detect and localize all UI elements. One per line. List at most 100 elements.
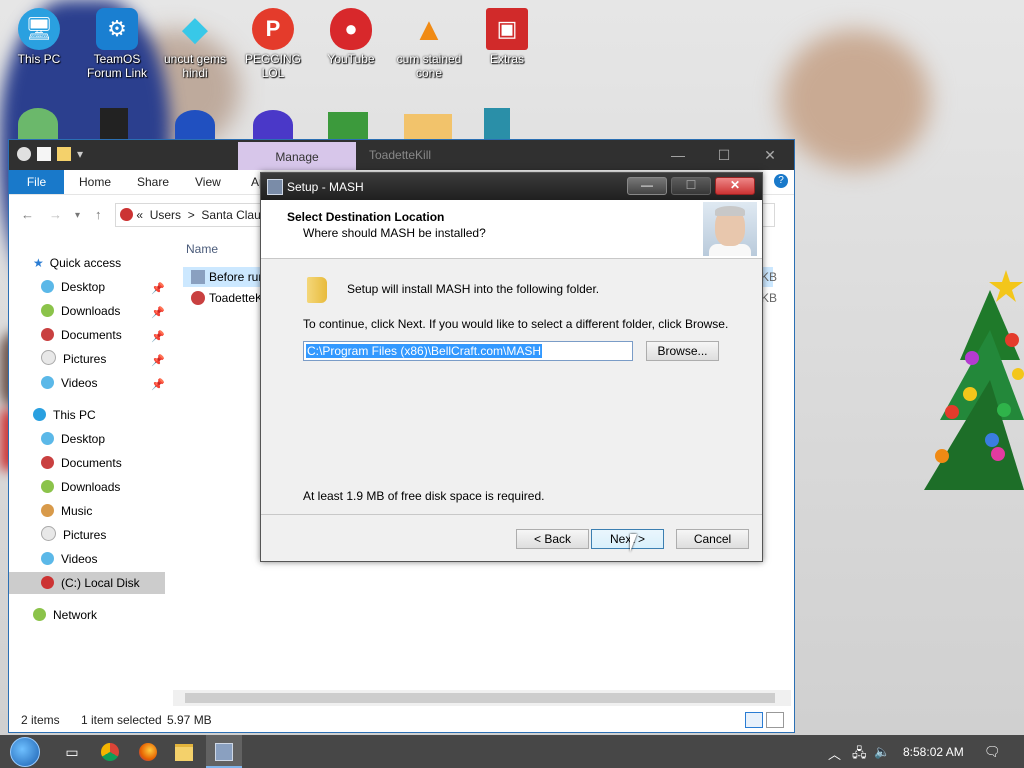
large-icons-view-icon[interactable] bbox=[766, 712, 784, 728]
destination-path-input[interactable]: C:\Program Files (x86)\BellCraft.com\MAS… bbox=[303, 341, 633, 361]
breadcrumb-santa[interactable]: Santa Clau bbox=[201, 208, 260, 222]
explorer-title-bar[interactable]: ▾ Manage ToadetteKill — ☐ ✕ bbox=[9, 140, 794, 170]
desktop-icon-uncut-gems[interactable]: ◆ uncut gems hindi bbox=[158, 8, 232, 80]
tab-share[interactable]: Share bbox=[137, 170, 169, 194]
maximize-button[interactable]: ☐ bbox=[671, 177, 711, 195]
videos-icon bbox=[41, 376, 54, 389]
network-tray-icon[interactable]: 🖧 bbox=[852, 744, 867, 766]
hxd-icon[interactable] bbox=[404, 114, 452, 140]
browse-button[interactable]: Browse... bbox=[646, 341, 719, 361]
recent-chevron-icon[interactable]: ▾ bbox=[75, 210, 80, 221]
window-name: ToadetteKill bbox=[369, 148, 432, 162]
cancel-button[interactable]: Cancel bbox=[676, 529, 749, 549]
csharp-icon[interactable] bbox=[328, 112, 368, 140]
tab-manage[interactable]: Manage bbox=[238, 142, 356, 170]
nav-qa-documents[interactable]: Documents bbox=[41, 324, 122, 346]
nav-pc-documents[interactable]: Documents bbox=[41, 452, 122, 474]
setup-dialog[interactable]: Setup - MASH — ☐ ✕ Select Destination Lo… bbox=[260, 172, 763, 562]
christmas-tree-icon bbox=[924, 270, 1024, 490]
continue-text: To continue, click Next. If you would li… bbox=[303, 317, 729, 331]
nav-pc-desktop[interactable]: Desktop bbox=[41, 428, 105, 450]
nav-pc-pictures[interactable]: Pictures bbox=[41, 524, 106, 546]
videos-icon bbox=[41, 552, 54, 565]
desktop-icon-this-pc[interactable]: 🖥 This PC bbox=[2, 8, 76, 66]
recycle-bin-icon[interactable] bbox=[18, 108, 58, 140]
network-icon bbox=[33, 608, 46, 621]
star-icon: ★ bbox=[33, 256, 44, 270]
back-button[interactable]: < Back bbox=[516, 529, 589, 549]
close-button[interactable]: ✕ bbox=[747, 140, 793, 170]
pin-icon[interactable]: 📌 bbox=[151, 354, 165, 367]
status-size: 5.97 MB bbox=[167, 713, 212, 727]
desktop-icon-pegging[interactable]: P PEGGING LOL bbox=[236, 8, 310, 80]
tab-file[interactable]: File bbox=[9, 170, 64, 194]
nav-qa-pictures[interactable]: Pictures bbox=[41, 348, 106, 370]
file-explorer-taskbar-icon[interactable] bbox=[172, 740, 196, 764]
nav-pc-videos[interactable]: Videos bbox=[41, 548, 97, 570]
close-button[interactable]: ✕ bbox=[715, 177, 755, 195]
volume-icon[interactable]: 🔈 bbox=[874, 744, 890, 760]
nav-pc-downloads[interactable]: Downloads bbox=[41, 476, 120, 498]
nav-pc-music[interactable]: Music bbox=[41, 500, 92, 522]
nav-this-pc[interactable]: This PC bbox=[33, 404, 96, 426]
divider bbox=[261, 514, 762, 515]
nav-qa-desktop[interactable]: Desktop bbox=[41, 276, 105, 298]
start-button[interactable] bbox=[8, 736, 42, 768]
column-header-name[interactable]: Name bbox=[186, 242, 218, 256]
quick-access-toolbar: ▾ bbox=[17, 147, 85, 161]
desktop-icon-youtube[interactable]: ● YouTube bbox=[314, 8, 388, 66]
tab-view[interactable]: View bbox=[195, 170, 221, 194]
desktop-icon-dark[interactable] bbox=[100, 108, 128, 140]
back-arrow-icon[interactable]: ← bbox=[21, 207, 34, 222]
pictures-icon bbox=[41, 350, 56, 365]
task-view-icon[interactable]: ▭ bbox=[60, 740, 84, 764]
nav-quick-access[interactable]: ★ Quick access bbox=[33, 252, 121, 274]
forward-arrow-icon[interactable]: → bbox=[49, 207, 62, 222]
pin-icon[interactable]: 📌 bbox=[151, 306, 165, 319]
setup-title-bar[interactable]: Setup - MASH — ☐ ✕ bbox=[261, 173, 762, 200]
details-view-icon[interactable] bbox=[745, 712, 763, 728]
desktop-icon-extras[interactable]: ▣ Extras bbox=[470, 8, 544, 66]
chevron-up-icon[interactable]: ︿ bbox=[828, 744, 841, 763]
status-items-count: 2 items bbox=[21, 713, 60, 727]
script-icon[interactable] bbox=[484, 108, 510, 140]
view-toggle bbox=[742, 712, 784, 736]
breadcrumb: « Users > Santa Clau bbox=[120, 208, 261, 222]
breadcrumb-users[interactable]: Users bbox=[150, 208, 181, 222]
desktop-icon-cone[interactable]: ▲ cum stained cone bbox=[392, 8, 466, 81]
desktop-icon-blue-ring[interactable] bbox=[175, 110, 215, 140]
pin-icon[interactable]: 📌 bbox=[151, 378, 165, 391]
up-arrow-icon[interactable]: ↑ bbox=[95, 207, 102, 222]
chevron-down-icon[interactable]: ▾ bbox=[77, 147, 85, 161]
folder-icon bbox=[307, 277, 327, 303]
documents-icon bbox=[41, 328, 54, 341]
new-folder-icon[interactable] bbox=[57, 147, 71, 161]
app-file-icon bbox=[191, 291, 205, 305]
help-icon[interactable]: ? bbox=[774, 174, 788, 188]
desktop-icon-teamos[interactable]: ⚙ TeamOS Forum Link bbox=[80, 8, 154, 80]
firefox-icon[interactable] bbox=[136, 740, 160, 764]
gear-icon: ⚙ bbox=[96, 8, 138, 50]
notifications-icon[interactable]: 🗨 bbox=[984, 744, 1001, 760]
horizontal-scrollbar[interactable] bbox=[173, 690, 791, 706]
minimize-button[interactable]: — bbox=[655, 140, 701, 170]
next-button[interactable]: Next > bbox=[591, 529, 664, 549]
clock[interactable]: 8:58:02 AM bbox=[903, 745, 964, 759]
properties-icon[interactable] bbox=[37, 147, 51, 161]
minimize-button[interactable]: — bbox=[627, 177, 667, 195]
nav-network[interactable]: Network bbox=[33, 604, 97, 626]
scrollbar-thumb[interactable] bbox=[185, 693, 775, 703]
install-text: Setup will install MASH into the followi… bbox=[347, 282, 600, 296]
tab-home[interactable]: Home bbox=[79, 170, 111, 194]
pin-icon[interactable]: 📌 bbox=[151, 330, 165, 343]
nav-local-disk[interactable]: (C:) Local Disk bbox=[9, 572, 165, 594]
page-subtitle: Where should MASH be installed? bbox=[303, 226, 486, 240]
pin-icon[interactable]: 📌 bbox=[151, 282, 165, 295]
nav-qa-videos[interactable]: Videos bbox=[41, 372, 97, 394]
maximize-button[interactable]: ☐ bbox=[701, 140, 747, 170]
nav-qa-downloads[interactable]: Downloads bbox=[41, 300, 120, 322]
chrome-icon[interactable] bbox=[98, 740, 122, 764]
desktop-icon-orb[interactable] bbox=[253, 110, 293, 140]
disk-icon bbox=[41, 576, 54, 589]
gift-box-icon: ▣ bbox=[486, 8, 528, 50]
